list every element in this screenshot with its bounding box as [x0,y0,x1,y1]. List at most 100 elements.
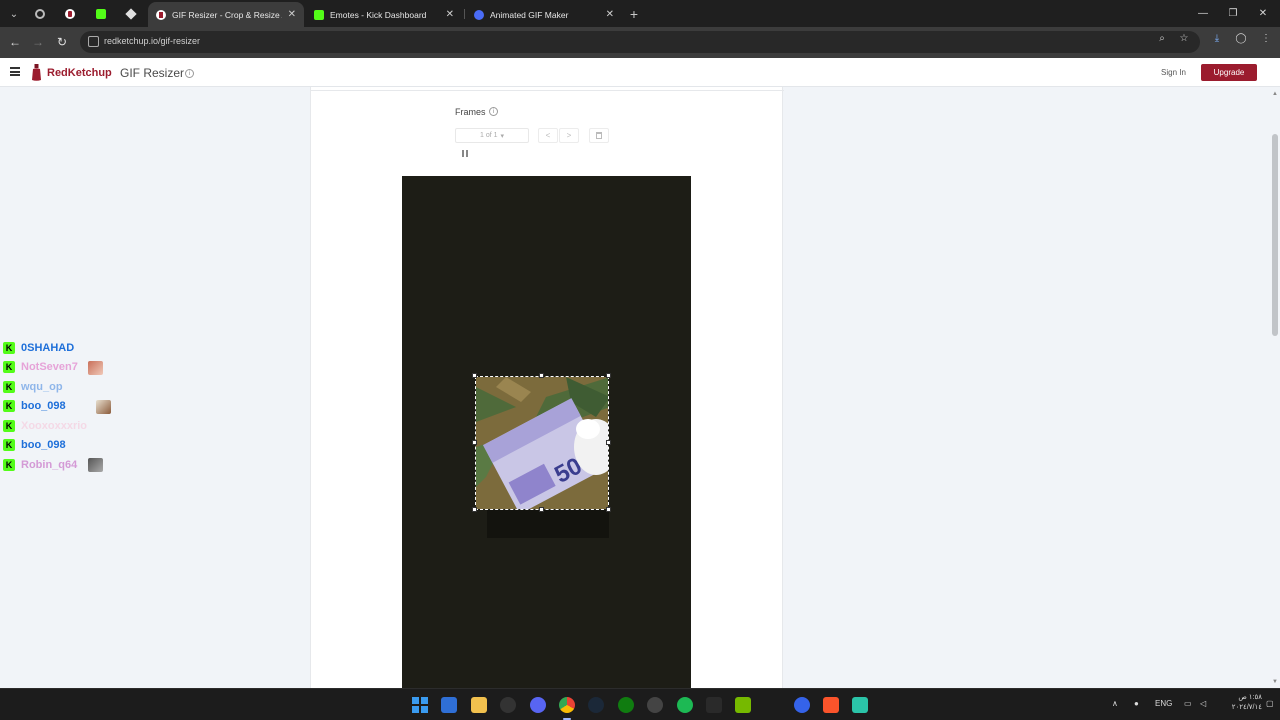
next-frame-button[interactable]: > [559,128,579,143]
chat-username: Robin_q64 [21,458,78,471]
zoom-icon[interactable]: ⌕ [1155,32,1169,44]
close-icon[interactable]: ✕ [288,9,296,20]
sign-in-link[interactable]: Sign In [1161,68,1186,77]
reload-icon[interactable]: ↻ [53,33,71,51]
close-icon[interactable]: ✕ [446,9,454,20]
vpn-icon[interactable] [794,697,810,713]
upgrade-button[interactable]: Upgrade [1201,64,1257,81]
network-icon[interactable]: ▭ [1184,699,1192,708]
voice-app-icon[interactable] [852,697,868,713]
overwolf-icon[interactable] [647,697,663,713]
tab-title: GIF Resizer - Crop & Resize Ani [172,9,282,20]
close-icon[interactable]: ✕ [606,9,614,20]
spotify-icon[interactable] [677,697,693,713]
pinned-tab-kick[interactable] [88,4,114,24]
profile-icon[interactable]: ◯ [1234,32,1248,44]
tab-animated-gif-maker[interactable]: Animated GIF Maker ✕ [466,2,622,27]
brand-name[interactable]: RedKetchup [47,67,112,79]
volume-icon[interactable]: ◁ [1200,699,1206,708]
pinned-tab-redketchup[interactable] [57,4,83,24]
restore-icon[interactable]: ❐ [1220,4,1246,22]
kick-badge-icon: K [3,400,15,413]
frames-label: Frames [455,107,486,117]
close-window-icon[interactable]: ✕ [1250,4,1276,22]
tab-gif-resizer[interactable]: GIF Resizer - Crop & Resize Ani ✕ [148,2,304,27]
crop-handle-top[interactable] [539,373,544,378]
scroll-up-arrow-icon[interactable]: ▲ [1271,90,1279,98]
kick-badge-icon: K [3,458,15,471]
windows-taskbar: ∧ ● ENG ▭ ◁ ١:٥٨ ص ٢٠٢٤/٧/١٤ ▢ [0,688,1280,720]
forward-arrow-icon[interactable]: → [29,33,47,51]
chrome-icon[interactable] [559,697,575,713]
show-hidden-icons-icon[interactable]: ∧ [1112,699,1118,708]
chat-username: NotSeven7 [21,361,78,374]
pause-icon [462,150,468,157]
windows-start-icon[interactable] [412,697,428,713]
scroll-down-arrow-icon[interactable]: ▼ [1271,678,1279,686]
minimize-icon[interactable]: — [1190,4,1216,22]
chat-message: K boo_098 [3,436,163,456]
scrollbar-thumb[interactable] [1272,134,1278,336]
crop-handle-top-left[interactable] [472,373,477,378]
bookmark-star-icon[interactable]: ☆ [1177,32,1191,44]
crop-handle-bottom[interactable] [539,507,544,512]
crop-handle-right[interactable] [606,440,611,445]
store-icon[interactable] [441,697,457,713]
frame-select-value: 1 of 1 [479,132,498,139]
delete-frame-button[interactable] [589,128,609,143]
frames-info-icon[interactable]: i [489,107,498,116]
discord-icon[interactable] [530,697,546,713]
site-header: RedKetchup GIF Resizer i Sign In [0,58,1280,87]
site-info-icon[interactable] [88,36,99,47]
notifications-icon[interactable]: ▢ [1266,699,1274,708]
crop-handle-left[interactable] [472,440,477,445]
tab-search-chevron-icon[interactable]: ⌄ [4,4,24,24]
crop-handle-top-right[interactable] [606,373,611,378]
back-arrow-icon[interactable]: ← [6,33,24,51]
pinned-tab-diamond[interactable] [118,4,144,24]
info-icon[interactable]: i [185,69,194,78]
xbox-icon[interactable] [618,697,634,713]
chevron-down-icon: ▾ [500,132,505,140]
kick-badge-icon: K [3,419,15,432]
image-overflow-shadow [487,510,609,538]
tab-kick-emotes[interactable]: Emotes - Kick Dashboard ✕ [306,2,462,27]
nvidia-icon[interactable] [735,697,751,713]
capcut-icon[interactable] [706,697,722,713]
brave-icon[interactable] [823,697,839,713]
gif-frame-image: 500 [476,377,608,509]
gear-icon [35,9,45,19]
redketchup-favicon-icon [65,9,75,19]
clock-time: ١:٥٨ ص [1238,694,1262,701]
crop-selection[interactable]: 500 [475,376,609,510]
file-explorer-icon[interactable] [471,697,487,713]
microphone-icon[interactable]: ● [1134,699,1139,708]
language-indicator[interactable]: ENG [1155,699,1172,708]
kick-badge-icon: K [3,361,15,374]
obs-icon[interactable] [500,697,516,713]
pause-button[interactable] [457,146,473,161]
chat-message: K wqu_op [3,377,163,397]
previous-frame-button[interactable]: < [538,128,558,143]
steam-icon[interactable] [588,697,604,713]
panel-divider [311,90,784,91]
menu-kebab-icon[interactable]: ⋮ [1259,32,1273,44]
chat-overlay: K 0SHAHAD K NotSeven7 K wqu_op K boo_098… [3,338,163,475]
kick-favicon-icon [96,9,106,19]
crop-handle-bottom-right[interactable] [606,507,611,512]
emote-image [88,360,103,375]
diamond-icon [125,8,137,20]
kick-badge-icon: K [3,380,15,393]
chat-message: K 0SHAHAD [3,338,163,358]
hamburger-menu-icon[interactable] [10,67,20,76]
clock[interactable]: ١:٥٨ ص ٢٠٢٤/٧/١٤ [1216,693,1262,713]
download-icon[interactable]: ⤓ [1210,32,1224,44]
crop-handle-bottom-left[interactable] [472,507,477,512]
kick-badge-icon: K [3,439,15,452]
pinned-tab-settings[interactable] [27,4,53,24]
tab-title: Animated GIF Maker [490,9,569,20]
new-tab-button[interactable]: + [624,4,644,24]
frame-select-dropdown[interactable]: 1 of 1 ▾ [455,128,529,143]
clock-date: ٢٠٢٤/٧/١٤ [1231,704,1262,711]
address-bar[interactable]: redketchup.io/gif-resizer [80,31,1200,53]
